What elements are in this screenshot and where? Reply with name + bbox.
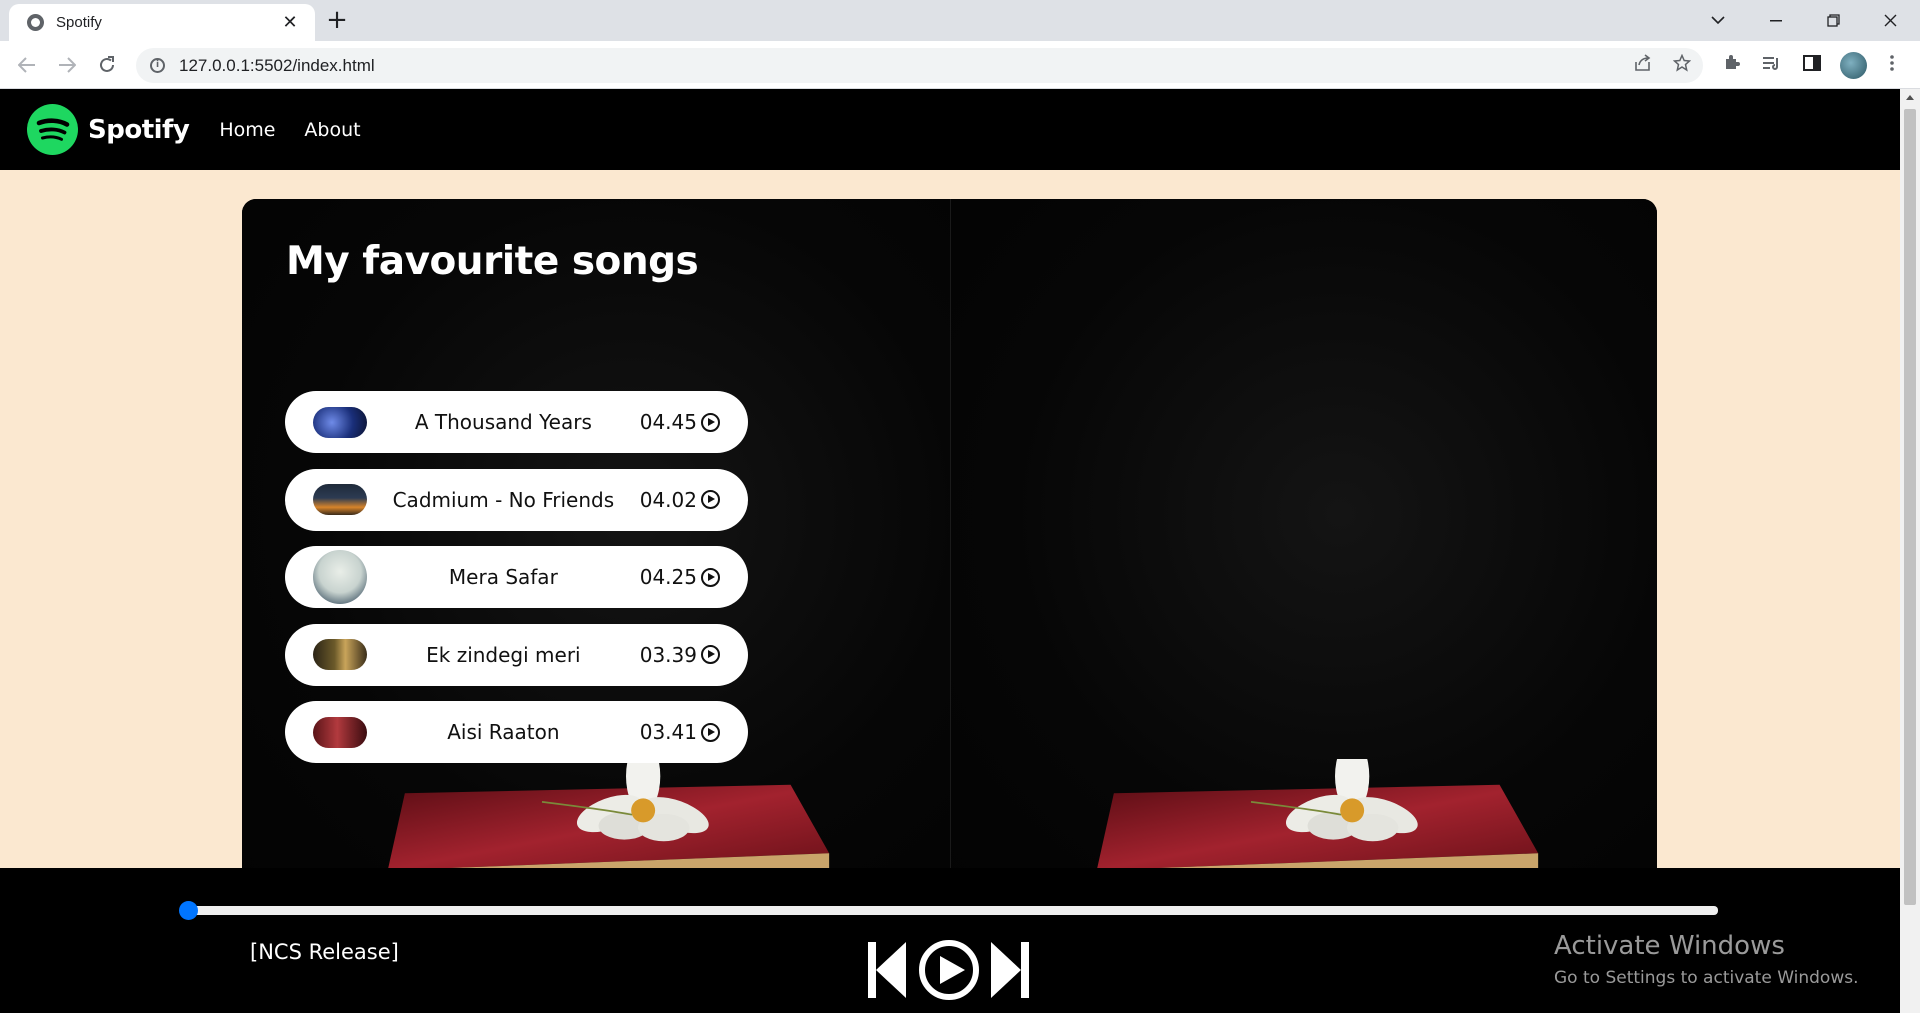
song-duration: 04.25 (640, 565, 720, 589)
book-flower-image (1096, 759, 1539, 879)
site-navbar: Spotify Home About (0, 89, 1900, 170)
sidepanel-icon[interactable] (1800, 53, 1824, 77)
progress-slider[interactable] (179, 901, 1718, 920)
now-playing-title: [NCS Release] (250, 940, 399, 964)
song-duration: 04.45 (640, 410, 720, 434)
nav-about-link[interactable]: About (304, 119, 360, 141)
play-circle-icon[interactable] (701, 645, 720, 664)
page-viewport: Spotify Home About My favourite songs A … (0, 89, 1900, 1013)
song-duration-text: 04.02 (639, 487, 697, 512)
song-item[interactable]: Cadmium - No Friends 04.02 (285, 468, 748, 531)
media-icon[interactable] (1760, 53, 1784, 77)
profile-avatar[interactable] (1840, 52, 1867, 79)
song-cover (313, 639, 367, 670)
player-bar: [NCS Release] Activate Windows Go to Set… (0, 868, 1900, 1013)
activate-title: Activate Windows (1554, 931, 1785, 961)
song-name: Mera Safar (448, 565, 558, 589)
song-duration: 03.41 (640, 720, 720, 744)
tab-close-button[interactable]: ✕ (279, 12, 301, 33)
song-cover (313, 406, 367, 438)
song-name: Ek zindegi meri (426, 642, 581, 667)
song-item[interactable]: Ek zindegi meri 03.39 (285, 623, 748, 686)
song-name: Cadmium - No Friends (392, 487, 615, 512)
close-window-button[interactable] (1862, 0, 1918, 41)
address-bar[interactable]: i 127.0.0.1:5502/index.html (136, 48, 1703, 83)
scroll-up-icon[interactable] (1906, 95, 1914, 100)
song-list: A Thousand Years 04.45 Cadmium - No Frie… (285, 391, 748, 779)
spotify-icon (27, 104, 78, 155)
song-item[interactable]: Mera Safar 04.25 (285, 546, 748, 608)
restore-button[interactable] (1805, 0, 1861, 41)
progress-knob[interactable] (179, 901, 198, 920)
song-name: Aisi Raaton (447, 720, 560, 744)
browser-tab[interactable]: Spotify ✕ (9, 4, 315, 41)
previous-icon[interactable] (868, 942, 906, 998)
play-circle-icon[interactable] (701, 412, 720, 432)
song-duration: 03.39 (640, 643, 720, 667)
browser-toolbar: i 127.0.0.1:5502/index.html (0, 41, 1920, 89)
song-duration-text: 04.45 (639, 410, 697, 434)
song-cover (313, 716, 367, 748)
info-icon[interactable]: i (150, 58, 165, 73)
reload-icon[interactable] (92, 50, 122, 80)
song-cover (313, 550, 367, 604)
song-cover (313, 484, 367, 515)
minimize-button[interactable] (1748, 0, 1804, 41)
new-tab-button[interactable]: + (322, 6, 352, 36)
play-circle-icon[interactable] (701, 567, 720, 587)
back-icon[interactable] (12, 50, 42, 80)
brand-logo[interactable]: Spotify (27, 104, 190, 155)
url-text: 127.0.0.1:5502/index.html (179, 55, 375, 75)
card-background-right (950, 199, 1657, 899)
globe-icon (27, 14, 44, 31)
tab-strip: Spotify ✕ + (0, 0, 1920, 41)
song-duration-text: 03.39 (639, 642, 697, 667)
nav-home-link[interactable]: Home (219, 119, 275, 141)
forward-icon[interactable] (52, 50, 82, 80)
activate-windows-watermark: Activate Windows Go to Settings to activ… (1554, 931, 1859, 988)
tab-search-icon[interactable] (1690, 0, 1746, 41)
activate-subtitle: Go to Settings to activate Windows. (1554, 968, 1859, 988)
song-item[interactable]: Aisi Raaton 03.41 (285, 701, 748, 763)
share-icon[interactable] (1631, 54, 1655, 78)
star-icon[interactable] (1670, 53, 1694, 78)
play-icon[interactable] (919, 940, 979, 1000)
player-controls (866, 938, 1031, 1002)
song-name: A Thousand Years (414, 410, 592, 434)
songs-card: My favourite songs A Thousand Years 04.4… (242, 199, 1657, 899)
play-circle-icon[interactable] (701, 490, 720, 509)
scroll-thumb[interactable] (1904, 109, 1916, 905)
song-item[interactable]: A Thousand Years 04.45 (285, 391, 748, 453)
song-duration-text: 04.25 (639, 565, 697, 589)
page-scrollbar[interactable] (1900, 89, 1920, 1013)
next-icon[interactable] (991, 942, 1029, 998)
card-title: My favourite songs (286, 239, 699, 284)
tab-title: Spotify (56, 14, 102, 31)
brand-name: Spotify (88, 114, 190, 145)
song-duration-text: 03.41 (639, 720, 697, 744)
menu-icon[interactable] (1880, 53, 1904, 77)
play-circle-icon[interactable] (701, 722, 720, 742)
song-duration: 04.02 (640, 488, 720, 512)
extensions-icon[interactable] (1720, 53, 1744, 77)
